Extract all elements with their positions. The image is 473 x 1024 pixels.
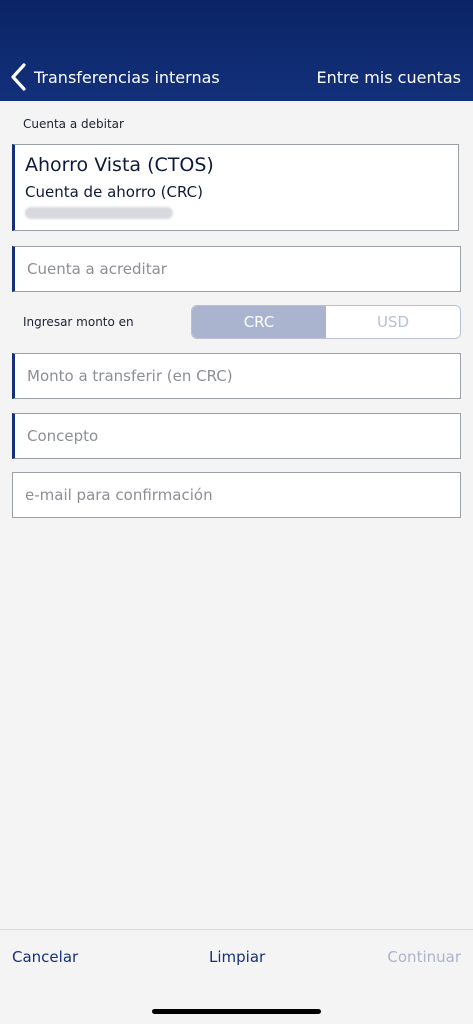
credit-account-field[interactable]: Cuenta a acreditar <box>12 246 461 292</box>
concept-field[interactable]: Concepto <box>12 413 461 459</box>
concept-placeholder: Concepto <box>27 427 99 445</box>
email-placeholder: e-mail para confirmación <box>25 486 213 504</box>
currency-segmented-control: CRC USD <box>191 305 461 339</box>
account-number-redacted <box>25 207 173 219</box>
chevron-left-icon <box>8 62 30 92</box>
header-bar: Transferencias internas Entre mis cuenta… <box>0 0 473 101</box>
credit-account-placeholder: Cuenta a acreditar <box>27 260 167 278</box>
amount-currency-label: Ingresar monto en <box>23 315 134 329</box>
cancel-button[interactable]: Cancelar <box>12 948 78 966</box>
account-type: Cuenta de ahorro (CRC) <box>25 183 203 201</box>
debit-account-selector[interactable]: Ahorro Vista (CTOS) Cuenta de ahorro (CR… <box>12 144 459 231</box>
page-title: Transferencias internas <box>34 67 220 87</box>
amount-placeholder: Monto a transferir (en CRC) <box>27 367 233 385</box>
currency-option-usd[interactable]: USD <box>326 306 460 338</box>
account-name: Ahorro Vista (CTOS) <box>25 154 214 176</box>
currency-option-crc[interactable]: CRC <box>192 306 326 338</box>
home-indicator <box>152 1009 321 1014</box>
continue-button[interactable]: Continuar <box>387 948 461 966</box>
email-field[interactable]: e-mail para confirmación <box>12 472 461 518</box>
back-button[interactable]: Transferencias internas <box>8 62 220 92</box>
debit-account-label: Cuenta a debitar <box>23 117 124 131</box>
transfer-type-button[interactable]: Entre mis cuentas <box>317 68 461 87</box>
amount-field[interactable]: Monto a transferir (en CRC) <box>12 353 461 399</box>
clear-button[interactable]: Limpiar <box>209 948 265 966</box>
